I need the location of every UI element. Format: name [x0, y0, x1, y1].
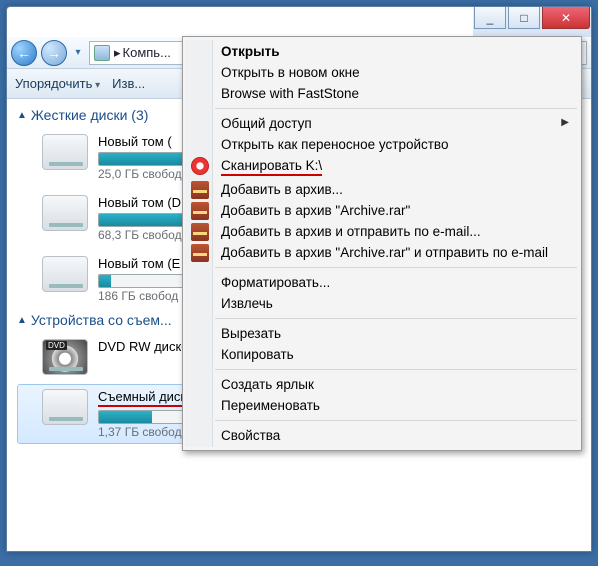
menu-separator [215, 108, 577, 109]
winrar-icon [191, 223, 209, 241]
menu-separator [215, 369, 577, 370]
menu-cut[interactable]: Вырезать [185, 323, 579, 344]
toolbar-extra[interactable]: Изв... [112, 76, 145, 91]
menu-properties[interactable]: Свойства [185, 425, 579, 446]
collapse-icon: ▲ [17, 315, 27, 326]
menu-separator [215, 267, 577, 268]
context-menu: Открыть Открыть в новом окне Browse with… [182, 36, 582, 451]
menu-open-portable[interactable]: Открыть как переносное устройство [185, 134, 579, 155]
minimize-button[interactable]: _ [474, 7, 506, 29]
forward-button[interactable]: → [41, 40, 67, 66]
organize-menu[interactable]: Упорядочить [15, 76, 100, 91]
close-button[interactable]: ✕ [542, 7, 590, 29]
menu-eject[interactable]: Извлечь [185, 293, 579, 314]
menu-open-new-window[interactable]: Открыть в новом окне [185, 62, 579, 83]
antivirus-icon [191, 157, 209, 175]
menu-format[interactable]: Форматировать... [185, 272, 579, 293]
dvd-icon [42, 339, 88, 375]
menu-add-archive[interactable]: Добавить в архив... [185, 179, 579, 200]
menu-copy[interactable]: Копировать [185, 344, 579, 365]
back-button[interactable]: ← [11, 40, 37, 66]
usb-drive-icon [42, 389, 88, 425]
hdd-icon [42, 134, 88, 170]
winrar-icon [191, 181, 209, 199]
winrar-icon [191, 244, 209, 262]
menu-add-named-email[interactable]: Добавить в архив "Archive.rar" и отправи… [185, 242, 579, 263]
hdd-icon [42, 256, 88, 292]
submenu-arrow-icon: ▶ [561, 117, 569, 128]
menu-separator [215, 420, 577, 421]
menu-add-archive-named[interactable]: Добавить в архив "Archive.rar" [185, 200, 579, 221]
titlebar-controls: _ □ ✕ [473, 7, 591, 37]
menu-add-email[interactable]: Добавить в архив и отправить по e-mail..… [185, 221, 579, 242]
menu-create-shortcut[interactable]: Создать ярлык [185, 374, 579, 395]
maximize-button[interactable]: □ [508, 7, 540, 29]
menu-open[interactable]: Открыть [185, 41, 579, 62]
menu-share[interactable]: Общий доступ▶ [185, 113, 579, 134]
computer-icon [94, 45, 110, 61]
winrar-icon [191, 202, 209, 220]
menu-separator [215, 318, 577, 319]
menu-rename[interactable]: Переименовать [185, 395, 579, 416]
hdd-icon [42, 195, 88, 231]
breadcrumb[interactable]: ▸ Компь... [114, 45, 171, 61]
collapse-icon: ▲ [17, 110, 27, 121]
nav-history-dropdown[interactable]: ▾ [71, 40, 85, 66]
menu-scan[interactable]: Сканировать K:\ [185, 155, 579, 179]
menu-browse-faststone[interactable]: Browse with FastStone [185, 83, 579, 104]
